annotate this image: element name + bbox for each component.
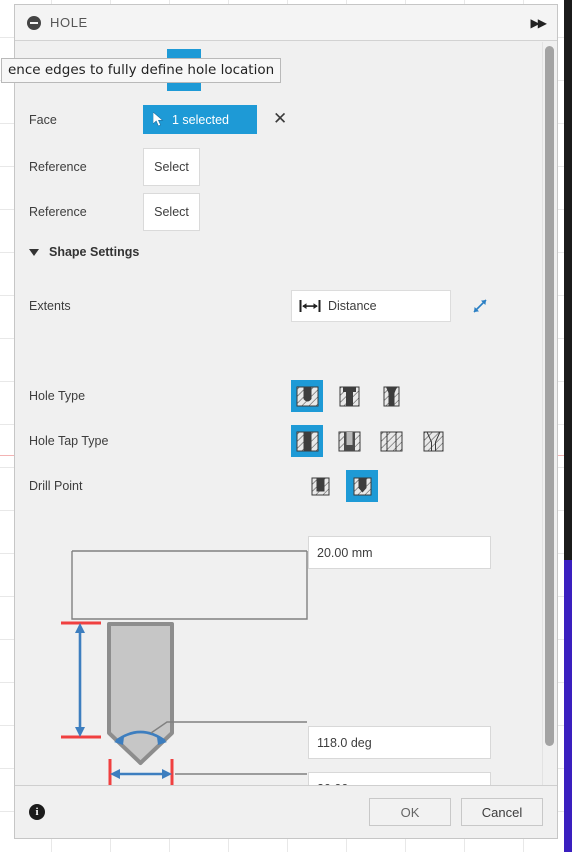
chevron-down-icon	[29, 248, 39, 256]
hole-type-options	[291, 380, 417, 412]
shape-settings-section-header[interactable]: Shape Settings	[29, 245, 139, 259]
hole-tap-type-option-taper-tapped[interactable]	[417, 425, 449, 457]
face-label: Face	[29, 112, 57, 127]
dialog-title-bar: HOLE ▶▶	[15, 5, 557, 41]
shape-settings-label: Shape Settings	[49, 245, 140, 259]
background-right-blue-edge	[564, 560, 572, 852]
drill-point-angle-input[interactable]: 118.0 deg	[308, 726, 491, 759]
panel-scrollbar-thumb[interactable]	[545, 46, 554, 746]
cancel-button[interactable]: Cancel	[461, 798, 543, 826]
extents-dropdown[interactable]: Distance	[291, 290, 451, 322]
dialog-body: Face 1 selected ✕ Reference Select Refer…	[15, 41, 557, 801]
collapse-circle-icon[interactable]	[27, 15, 41, 30]
hole-dialog: HOLE ▶▶ Face 1 selected ✕ Reference Sele…	[1, 4, 558, 839]
reference-1-select-button[interactable]: Select	[143, 148, 200, 186]
drill-point-options	[304, 470, 388, 502]
face-chip-label: 1 selected	[172, 112, 229, 127]
cursor-arrow-icon	[153, 112, 164, 127]
dialog-footer: i OK Cancel	[15, 785, 557, 838]
expand-arrows-icon[interactable]: ▶▶	[531, 16, 548, 30]
reference-2-label: Reference	[29, 205, 87, 219]
distance-icon	[299, 300, 321, 312]
field-row-reference-2: Reference Select	[29, 193, 200, 231]
extents-value: Distance	[328, 299, 377, 313]
field-row-extents: Extents Distance	[29, 290, 529, 322]
hole-tap-type-option-clearance[interactable]	[333, 425, 365, 457]
face-selection-chip[interactable]: 1 selected	[143, 105, 257, 134]
ok-button[interactable]: OK	[369, 798, 451, 826]
hole-tap-type-option-tapped[interactable]	[375, 425, 407, 457]
field-row-hole-tap-type: Hole Tap Type	[29, 425, 459, 457]
reference-2-select-button[interactable]: Select	[143, 193, 200, 231]
extents-label: Extents	[29, 299, 71, 313]
hole-tap-type-options	[291, 425, 459, 457]
clear-selection-icon[interactable]: ✕	[273, 111, 287, 128]
hole-tap-type-label: Hole Tap Type	[29, 434, 109, 448]
flip-direction-icon[interactable]	[470, 296, 490, 316]
depth-input[interactable]: 20.00 mm	[308, 536, 491, 569]
panel-scrollbar-track[interactable]	[542, 42, 556, 800]
reference-1-label: Reference	[29, 160, 87, 174]
field-row-drill-point: Drill Point	[29, 470, 388, 502]
drill-point-option-angle[interactable]	[346, 470, 378, 502]
hole-tap-type-option-simple[interactable]	[291, 425, 323, 457]
field-row-hole-type: Hole Type	[29, 380, 417, 412]
hole-type-option-simple[interactable]	[291, 380, 323, 412]
drill-point-option-flat[interactable]	[304, 470, 336, 502]
hole-type-option-counterbore[interactable]	[333, 380, 365, 412]
hole-type-label: Hole Type	[29, 389, 86, 403]
info-icon[interactable]: i	[29, 804, 45, 820]
drill-point-label: Drill Point	[29, 479, 83, 493]
hole-location-tooltip: ence edges to fully define hole location	[1, 58, 282, 83]
field-row-face: Face 1 selected ✕	[29, 105, 287, 134]
hole-type-option-countersink[interactable]	[375, 380, 407, 412]
field-row-reference-1: Reference Select	[29, 148, 200, 186]
background-right-dark-edge	[564, 0, 572, 560]
page-title: HOLE	[50, 15, 88, 30]
